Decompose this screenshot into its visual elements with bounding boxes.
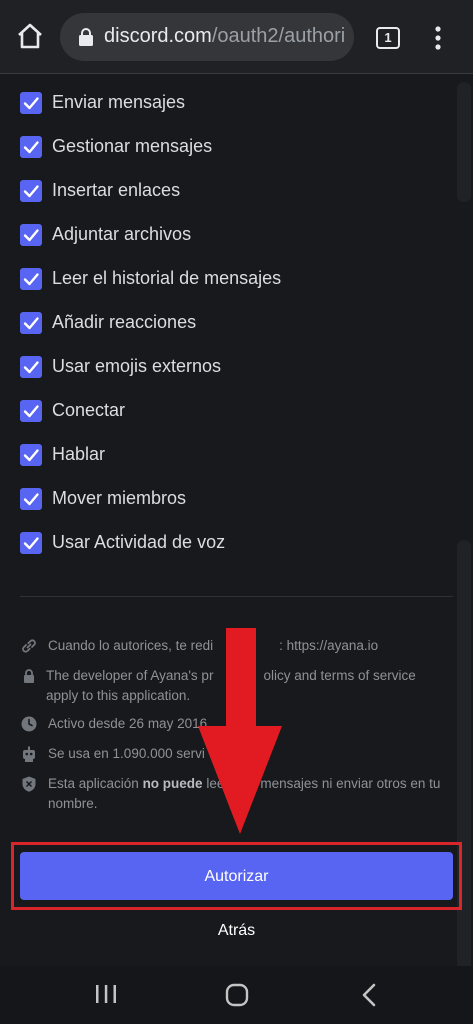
home-icon[interactable] [14,20,46,52]
checkmark-icon [23,141,39,154]
privacy-text-start: The developer of Ayana's pr [46,668,214,683]
checkbox[interactable] [20,92,42,114]
checkmark-icon [23,493,39,506]
tab-switcher-button[interactable]: 1 [376,27,400,49]
restriction-bold: no puede [142,776,203,791]
permission-label: Usar emojis externos [52,356,222,376]
checkbox[interactable] [20,444,42,466]
checkbox[interactable] [20,180,42,202]
checkbox[interactable] [20,136,42,158]
back-nav-icon[interactable] [360,983,378,1007]
link-icon [22,639,36,653]
redirect-text-start: Cuando lo autorices, te redi [48,638,214,653]
permission-label: Hablar [52,444,106,464]
permission-label: Gestionar mensajes [52,136,213,156]
checkmark-icon [23,97,39,110]
lock-icon [79,28,93,46]
permission-label: Conectar [52,400,126,420]
divider [20,596,453,597]
home-nav-icon[interactable] [225,983,249,1007]
lock-small-icon [24,669,34,683]
checkbox[interactable] [20,268,42,290]
permission-label: Enviar mensajes [52,92,186,112]
checkmark-icon [23,317,39,330]
scrollbar-upper[interactable] [457,82,471,202]
checkmark-icon [23,361,39,374]
permission-label: Leer el historial de mensajes [52,268,282,288]
arrow-down-icon [198,628,282,834]
back-link[interactable]: Atrás [0,922,473,940]
browser-toolbar: discord.com/oauth2/authori 1 [0,0,473,74]
checkmark-icon [23,537,39,550]
recent-apps-icon[interactable] [94,984,118,1004]
checkmark-icon [23,405,39,418]
checkbox[interactable] [20,224,42,246]
permission-label: Adjuntar archivos [52,224,192,244]
clock-icon [21,716,37,732]
authorize-button[interactable]: Autorizar [20,852,453,900]
checkbox[interactable] [20,488,42,510]
checkbox[interactable] [20,400,42,422]
url-path: /oauth2/authori [211,25,346,47]
shield-icon [22,776,36,792]
checkbox[interactable] [20,532,42,554]
permission-label: Usar Actividad de voz [52,532,226,552]
checkmark-icon [23,449,39,462]
more-vert-icon[interactable] [430,24,446,52]
checkmark-icon [23,229,39,242]
robot-icon [23,746,35,762]
permission-label: Mover miembros [52,488,187,508]
permission-label: Añadir reacciones [52,312,197,332]
checkmark-icon [23,185,39,198]
restriction-prefix: Esta aplicación [48,776,143,791]
checkbox[interactable] [20,312,42,334]
checkbox[interactable] [20,356,42,378]
url-domain: discord.com [104,25,212,47]
url-text: discord.com/oauth2/authori [104,25,345,48]
permission-label: Insertar enlaces [52,180,181,200]
address-bar[interactable]: discord.com/oauth2/authori [60,13,354,61]
checkmark-icon [23,273,39,286]
redirect-text-end: : https://ayana.io [279,638,379,653]
